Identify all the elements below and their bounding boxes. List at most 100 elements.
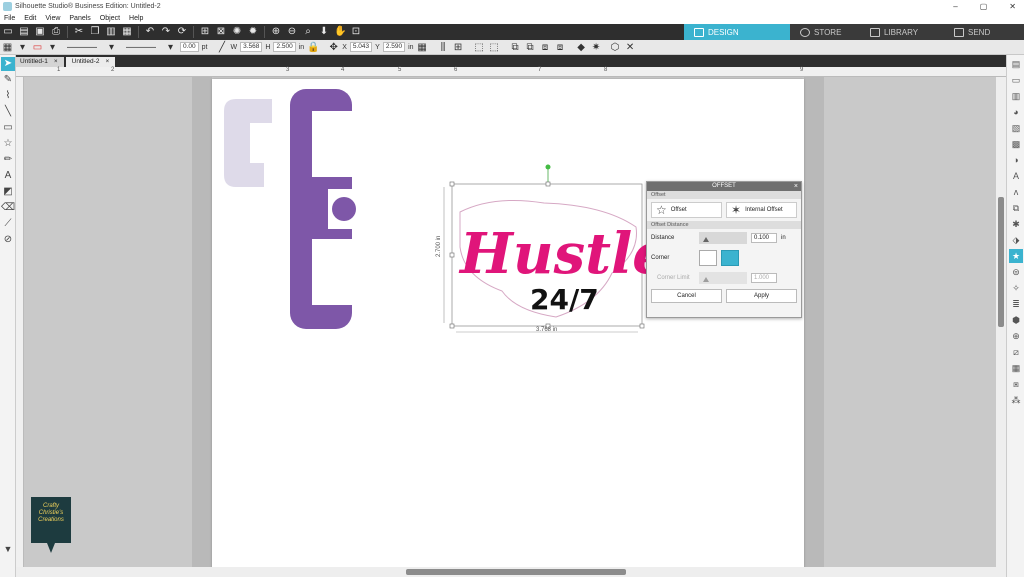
hand-icon[interactable]: ✋ xyxy=(334,26,346,38)
grid-snap-icon[interactable]: ▦ xyxy=(417,42,428,53)
line-icon[interactable]: ╲ xyxy=(1,105,15,119)
menu-view[interactable]: View xyxy=(45,15,60,22)
close-icon[interactable]: × xyxy=(54,57,58,67)
layers-icon[interactable]: ≣ xyxy=(1009,297,1023,311)
pan-down-icon[interactable]: ⬇ xyxy=(318,26,330,38)
width-input[interactable]: 3.568 xyxy=(240,42,263,52)
release-compound-icon[interactable]: ⧉ xyxy=(525,42,536,53)
copy-icon[interactable]: ❐ xyxy=(89,26,101,38)
save-to-library-icon[interactable]: ▼ xyxy=(1,544,15,556)
menu-help[interactable]: Help xyxy=(129,15,143,22)
pencil-icon[interactable]: ✏ xyxy=(1,153,15,167)
nesting-icon[interactable]: ⬢ xyxy=(1009,313,1023,327)
distance-input[interactable]: 0.100 xyxy=(751,233,777,243)
corner-limit-slider[interactable] xyxy=(699,272,747,284)
send-back-icon[interactable]: ⧈ xyxy=(555,42,566,53)
text-icon[interactable]: A xyxy=(1,169,15,183)
open-icon[interactable]: ▤ xyxy=(18,26,30,38)
corner-sharp-button[interactable] xyxy=(699,250,717,266)
refresh-icon[interactable]: ⟳ xyxy=(176,26,188,38)
move-icon[interactable]: ✥ xyxy=(328,42,339,53)
lattice-icon[interactable]: ⧆ xyxy=(1009,377,1023,391)
vertical-scrollbar[interactable] xyxy=(996,77,1006,567)
resize-handle[interactable] xyxy=(545,181,551,187)
select-all-icon[interactable]: ⊞ xyxy=(199,26,211,38)
fill-pattern-icon[interactable]: ▦ xyxy=(2,42,13,53)
dropdown-icon[interactable]: ▾ xyxy=(17,42,28,53)
tab-send[interactable]: SEND xyxy=(944,24,1024,40)
rotate-handle[interactable] xyxy=(545,164,551,170)
paste-icon[interactable]: ▥ xyxy=(105,26,117,38)
offset-button[interactable]: ☆ Offset xyxy=(651,202,722,218)
ungroup-icon[interactable]: ⬚ xyxy=(489,42,500,53)
horizontal-scrollbar[interactable] xyxy=(16,567,1006,577)
text-style-icon[interactable]: A xyxy=(1009,169,1023,183)
pattern-icon[interactable]: ▩ xyxy=(1009,137,1023,151)
y-input[interactable]: 2.590 xyxy=(382,42,406,52)
hustle-247-design[interactable]: Hustle 24/7 xyxy=(458,199,668,318)
align-icon[interactable]: ⫼ xyxy=(438,42,449,53)
center-icon[interactable]: ⊞ xyxy=(453,42,464,53)
resize-handle[interactable] xyxy=(449,252,455,258)
line-style-icon[interactable]: ◑ xyxy=(1009,153,1023,167)
select-arrow-icon[interactable]: ➤ xyxy=(1,57,15,71)
compound-path-icon[interactable]: ⧉ xyxy=(510,42,521,53)
line-style-icon[interactable]: ――― xyxy=(62,42,102,53)
doc-tab-untitled-1[interactable]: Untitled-1 × xyxy=(14,57,64,67)
knife-panel-icon[interactable]: ⧄ xyxy=(1009,345,1023,359)
align-panel-icon[interactable]: ⧉ xyxy=(1009,201,1023,215)
line-tool-icon[interactable]: ╱ xyxy=(217,42,228,53)
internal-offset-button[interactable]: ✶ Internal Offset xyxy=(726,202,797,218)
save-icon[interactable]: ▣ xyxy=(34,26,46,38)
apply-button[interactable]: Apply xyxy=(726,289,797,303)
close-icon[interactable]: × xyxy=(794,182,798,191)
fill-icon[interactable]: ◩ xyxy=(1,185,15,199)
replicate-icon[interactable]: ✱ xyxy=(1009,217,1023,231)
dropdown-icon[interactable]: ▾ xyxy=(47,42,58,53)
tab-design[interactable]: DESIGN xyxy=(684,24,790,40)
sketch-icon[interactable]: ✧ xyxy=(1009,281,1023,295)
knife-icon[interactable]: ⌇ xyxy=(1,89,15,103)
transform-icon[interactable]: ▥ xyxy=(1009,89,1023,103)
corner-round-button[interactable] xyxy=(721,250,739,266)
scrollbar-thumb[interactable] xyxy=(998,197,1004,327)
new-doc-icon[interactable]: ▭ xyxy=(2,26,14,38)
doc-tab-untitled-2[interactable]: Untitled-2 × xyxy=(65,57,116,67)
redo-icon[interactable]: ↷ xyxy=(160,26,172,38)
close-x-icon[interactable]: ✕ xyxy=(625,42,636,53)
corner-limit-input[interactable]: 1.000 xyxy=(751,273,777,283)
modify-icon[interactable]: ⬗ xyxy=(1009,233,1023,247)
design-canvas[interactable]: Hustle 24/7 3.768 in 2.700 in xyxy=(24,77,996,569)
cut-icon[interactable]: ✂ xyxy=(73,26,85,38)
x-input[interactable]: 5.043 xyxy=(349,42,373,52)
cancel-button[interactable]: Cancel xyxy=(651,289,722,303)
group-icon[interactable]: ⬚ xyxy=(474,42,485,53)
3d-box-icon[interactable]: ⬡ xyxy=(610,42,621,53)
tab-store[interactable]: STORE xyxy=(790,24,860,40)
purple-chain-letters[interactable] xyxy=(290,89,356,329)
tab-library[interactable]: LIBRARY xyxy=(860,24,944,40)
point-edit-icon[interactable]: ✎ xyxy=(1,73,15,87)
offset-panel-title[interactable]: OFFSET × xyxy=(647,182,801,191)
bring-front-icon[interactable]: ⧈ xyxy=(540,42,551,53)
gradient-icon[interactable]: ▧ xyxy=(1009,121,1023,135)
maximize-button[interactable]: ▢ xyxy=(980,2,988,11)
trace-icon[interactable]: ⊜ xyxy=(1009,265,1023,279)
rhinestone-icon[interactable]: ⁂ xyxy=(1009,393,1023,407)
offset-star-icon[interactable]: ★ xyxy=(1009,249,1023,263)
page-setup-icon[interactable]: ▤ xyxy=(1009,57,1023,71)
resize-handle[interactable] xyxy=(449,181,455,187)
menu-object[interactable]: Object xyxy=(100,15,120,22)
lock-aspect-icon[interactable]: 🔒 xyxy=(307,42,319,53)
rectangle-icon[interactable]: ▭ xyxy=(1,121,15,135)
line-width-input[interactable]: 0.00 xyxy=(180,42,199,52)
close-button[interactable]: ✕ xyxy=(1009,2,1016,11)
menu-file[interactable]: File xyxy=(4,15,15,22)
fit-to-page-icon[interactable]: ⊡ xyxy=(350,26,362,38)
dropdown-icon[interactable]: ▾ xyxy=(165,42,176,53)
line-color-icon[interactable]: ▭ xyxy=(32,42,43,53)
polygon-icon[interactable]: ☆ xyxy=(1,137,15,151)
scrollbar-thumb[interactable] xyxy=(406,569,626,575)
zoom-out-icon[interactable]: ⊖ xyxy=(286,26,298,38)
deselect-icon[interactable]: ⊠ xyxy=(215,26,227,38)
